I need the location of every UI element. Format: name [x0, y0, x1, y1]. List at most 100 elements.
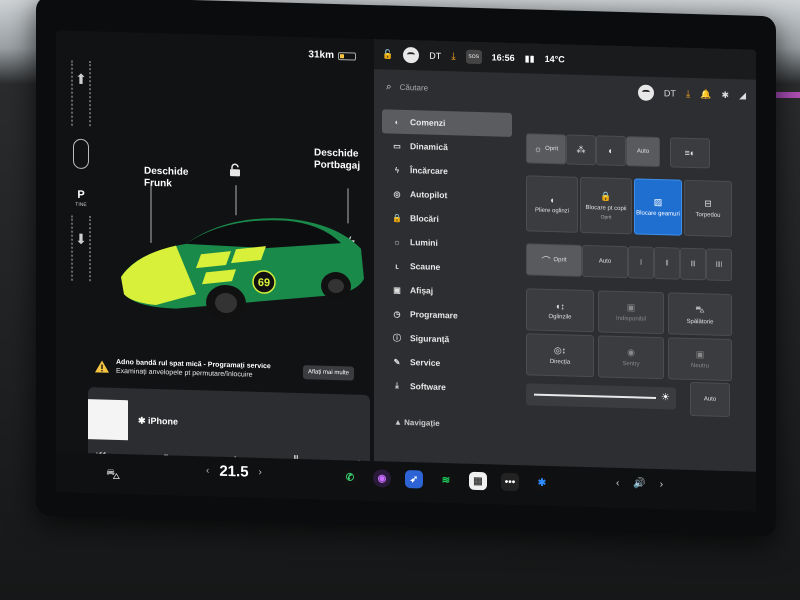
profile-name[interactable]: DT	[664, 88, 676, 98]
trunk-line2: Portbagaj	[314, 159, 361, 172]
window-lock-button[interactable]: ▨ Blocare geamuri	[634, 178, 682, 236]
calendar-icon[interactable]: ▦	[469, 471, 487, 491]
unlock-icon[interactable]	[228, 163, 242, 177]
menu-item-lumini[interactable]: ☼ Lumini	[382, 229, 512, 257]
neutral-button[interactable]: ▣ Neutru	[668, 337, 732, 382]
menu-item-blocari[interactable]: 🔒 Blocări	[382, 205, 512, 233]
volume-up-icon[interactable]: ›	[660, 479, 663, 490]
menu-item-software[interactable]: ⤓ Software	[382, 373, 512, 401]
open-trunk-button[interactable]: Deschide Portbagaj	[314, 147, 360, 172]
menu-item-label: Dinamică	[410, 141, 448, 153]
sos-icon[interactable]: SOS	[465, 49, 482, 65]
adjust-mirrors-button[interactable]: ◖↕ Oglinzile	[526, 288, 594, 333]
child-lock-button[interactable]: 🔒 Blocare pt copii Oprit	[580, 176, 632, 235]
brightness-track[interactable]	[534, 393, 656, 399]
navigation-app-icon[interactable]: ➶	[405, 469, 423, 489]
menu-item-label: Service	[410, 357, 441, 368]
brightness-auto-button[interactable]: Auto	[690, 381, 730, 418]
car-top-icon	[73, 138, 89, 170]
bluetooth-icon[interactable]: ✱	[722, 89, 730, 100]
high-beam-button[interactable]: ≡◐	[670, 137, 710, 169]
phone-icon[interactable]: ✆	[341, 468, 359, 487]
alert-body: Examinați anvelopele pt permutare/înlocu…	[116, 367, 253, 379]
speaker-icon[interactable]: 🔊	[633, 478, 645, 489]
lock-icon: 🔒	[600, 190, 612, 202]
steering-icon: ◎	[393, 189, 401, 199]
menu-item-siguranta[interactable]: ⓘ Siguranță	[382, 325, 512, 353]
menu-item-programare[interactable]: ◷ Programare	[382, 301, 512, 329]
spotify-icon[interactable]: ≋	[437, 470, 455, 490]
low-beam-button[interactable]: ◐	[596, 135, 626, 167]
unlock-status-icon[interactable]: 🔓	[382, 49, 393, 60]
media-source[interactable]: ✱ iPhone	[138, 416, 178, 428]
camera-app-icon[interactable]: ◉	[373, 469, 391, 488]
down-arrow-icon[interactable]: ⬇	[73, 231, 89, 248]
wiper-speed-3[interactable]: |||	[680, 247, 706, 281]
temp-up-icon[interactable]: ›	[259, 467, 262, 478]
wipers-off-button[interactable]: ⌒ Oprit	[526, 243, 582, 277]
touchscreen: 31km ⬆ P TINE ⬇ Deschide Frunk Deschide …	[56, 30, 756, 508]
volume-down-icon[interactable]: ‹	[616, 478, 619, 489]
menu-item-navigatie[interactable]: ▲ Navigație	[394, 418, 440, 428]
brightness-slider[interactable]: ☀	[526, 383, 676, 410]
menu-item-service[interactable]: ✎ Service	[382, 349, 512, 377]
reverse-drag-zone[interactable]	[71, 215, 91, 282]
car-wash-button[interactable]: ⛍ Spălătorie	[668, 292, 732, 337]
cabin-temp[interactable]: 21.5	[219, 463, 248, 481]
warning-icon	[95, 360, 109, 373]
profile-avatar-icon[interactable]	[637, 84, 654, 101]
menu-item-scaune[interactable]: ʟ Scaune	[382, 253, 512, 281]
service-alert[interactable]: Adno bandă rul spat mică - Programați se…	[94, 351, 354, 388]
up-arrow-icon[interactable]: ⬆	[73, 71, 89, 88]
steering-adjust-button[interactable]: ◎↕ Direcția	[526, 333, 594, 378]
bolt-icon: ϟ	[394, 165, 400, 175]
seat-icon: ʟ	[395, 261, 399, 271]
car-wash-label: Spălătorie	[686, 318, 714, 326]
download-icon[interactable]: ⤓	[451, 51, 455, 62]
download-icon[interactable]: ⤓	[686, 88, 690, 99]
glovebox-icon: ⊟	[704, 198, 712, 209]
wipers-auto-button[interactable]: Auto	[582, 244, 628, 279]
glovebox-button[interactable]: ⊟ Torpedou	[684, 179, 732, 238]
car-wash-icon: ⛍	[695, 303, 705, 314]
parking-lights-icon: ⁂	[576, 144, 586, 155]
lights-off-button[interactable]: ☼ Oprit	[526, 133, 566, 165]
profile-avatar-icon[interactable]	[403, 46, 420, 64]
wiper-speed-4[interactable]: ||||	[706, 248, 732, 282]
media-source-name: iPhone	[148, 415, 179, 427]
menu-item-incarcare[interactable]: ϟ Încărcare	[382, 157, 512, 185]
learn-more-button[interactable]: Aflați mai multe	[302, 365, 354, 381]
menu-item-comenzi[interactable]: ◐ Comenzi	[382, 109, 512, 137]
gear-park[interactable]: P	[68, 189, 94, 202]
album-art	[88, 399, 128, 441]
lights-auto-button[interactable]: Auto	[626, 136, 660, 168]
mirror-adjust-icon: ◖↕	[555, 300, 565, 311]
more-apps-icon[interactable]: •••	[501, 472, 519, 492]
wiper-speed-1[interactable]: |	[628, 246, 654, 279]
sentry-button[interactable]: ◉ Sentry	[598, 335, 664, 380]
gear-selector[interactable]: ⬆ P TINE ⬇	[68, 60, 94, 282]
bell-icon[interactable]: 🔔	[700, 89, 711, 100]
clock: 16:56	[491, 52, 515, 64]
menu-item-dinamica[interactable]: ▭ Dinamică	[382, 133, 512, 161]
temp-down-icon[interactable]: ‹	[206, 465, 209, 476]
parking-lights-button[interactable]: ⁂	[566, 134, 596, 166]
menu-item-label: Încărcare	[410, 165, 448, 177]
app-dock: ✆ ◉ ➶ ≋ ▦ ••• ✱	[341, 468, 551, 493]
menu-item-label: Navigație	[404, 417, 440, 428]
search-input[interactable]: Căutare	[400, 82, 428, 92]
unavailable-button[interactable]: ▣ Indisponibil	[598, 290, 664, 335]
menu-item-autopilot[interactable]: ◎ Autopilot	[382, 181, 512, 209]
menu-item-label: Scaune	[410, 261, 441, 272]
wiper-speed-2[interactable]: ||	[654, 246, 680, 280]
battery-icon	[338, 51, 356, 61]
climate-control: ‹ 21.5 ›	[206, 462, 262, 481]
profile-name[interactable]: DT	[429, 51, 441, 61]
fold-mirrors-button[interactable]: ◖ Pliere oglinzi	[526, 175, 578, 233]
car-icon[interactable]: ⛍	[106, 466, 120, 485]
brightness-icon: ☀	[661, 392, 670, 404]
lights-off-label: Oprit	[545, 145, 559, 153]
bluetooth-app-icon[interactable]: ✱	[533, 473, 551, 493]
speed-3-icon: |||	[690, 260, 696, 268]
menu-item-afisaj[interactable]: ▣ Afișaj	[382, 277, 512, 305]
